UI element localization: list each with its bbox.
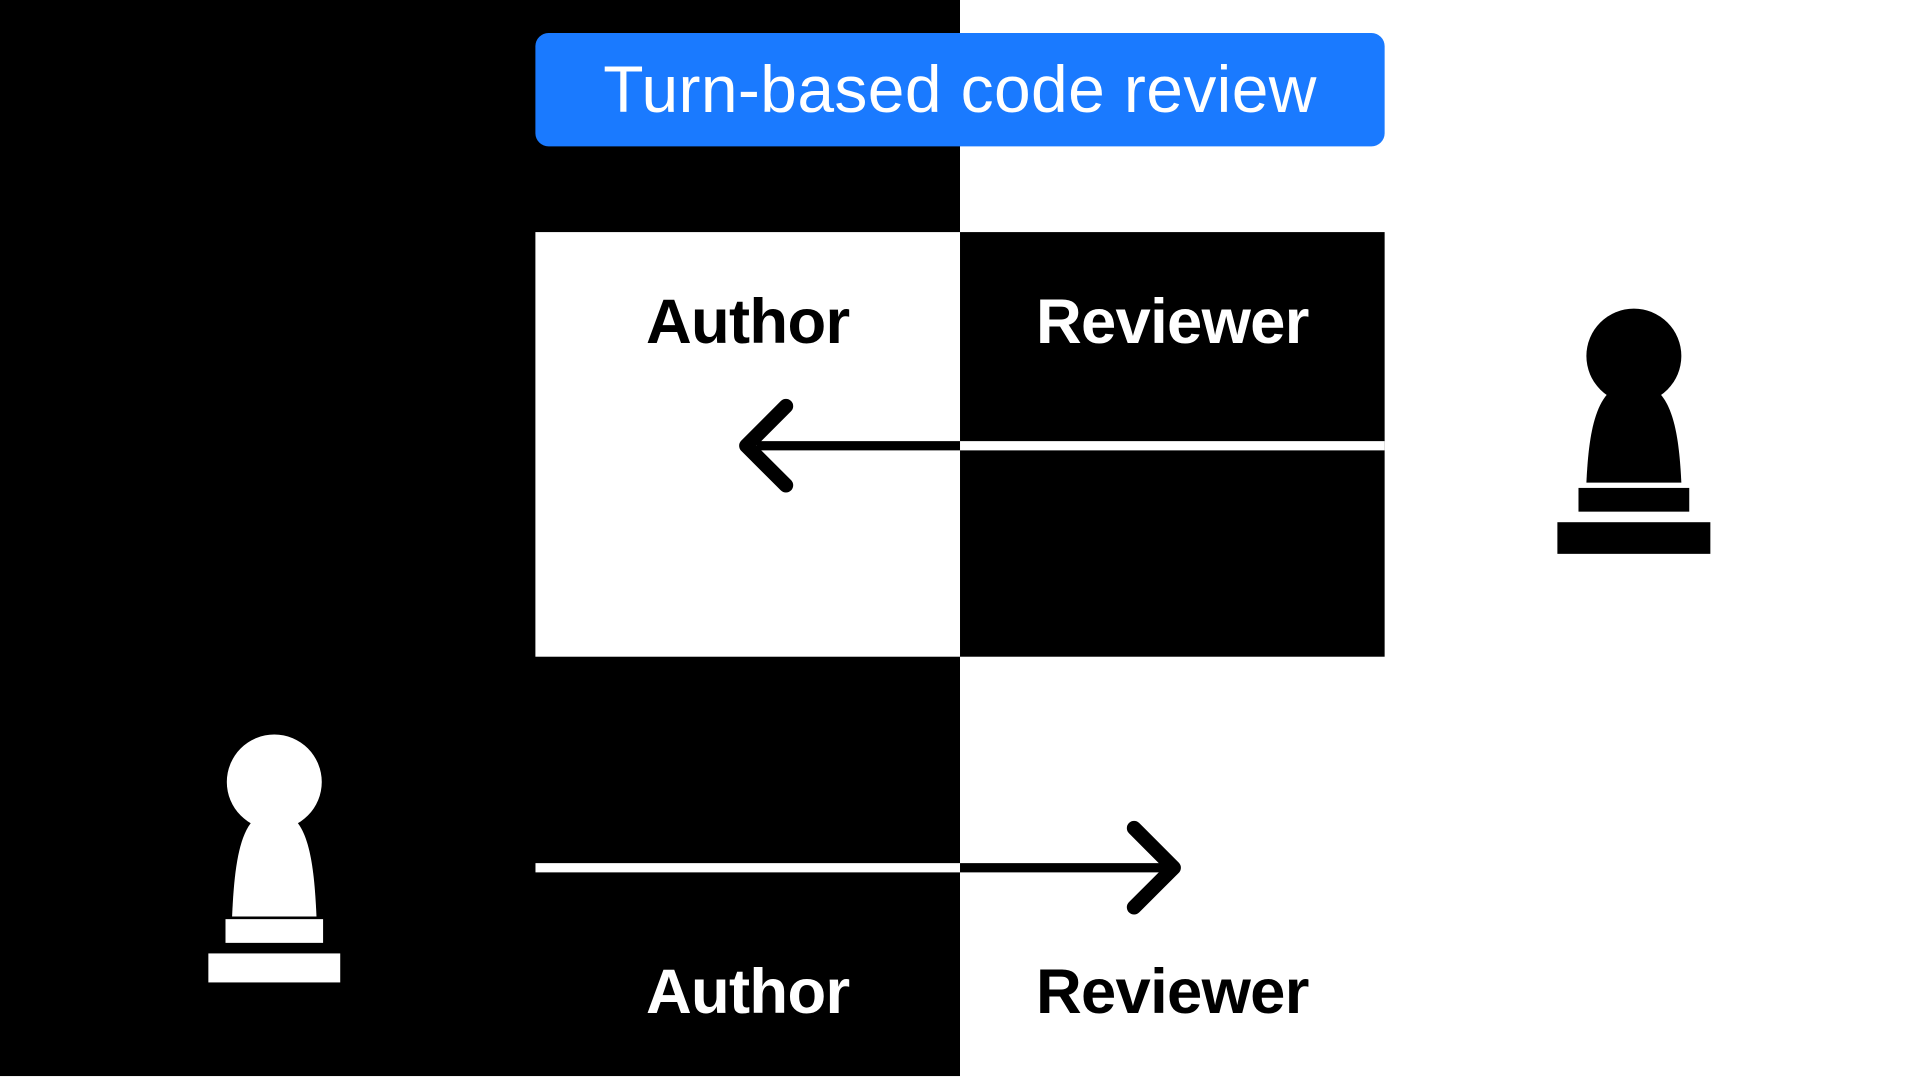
title-banner: Turn-based code review <box>535 33 1384 146</box>
pawn-black-icon <box>1544 306 1723 570</box>
author-label-top: Author <box>535 286 960 359</box>
diagram-canvas: Turn-based code review Author Reviewer <box>0 0 1920 1076</box>
reviewer-label-top: Reviewer <box>960 286 1385 359</box>
author-label-bottom: Author <box>535 956 960 1029</box>
arrow-reviewer-to-author-icon <box>733 396 1384 496</box>
pawn-white-icon <box>195 732 353 1009</box>
arrow-author-to-reviewer-icon <box>535 818 1186 918</box>
title-text: Turn-based code review <box>603 51 1317 127</box>
reviewer-label-bottom: Reviewer <box>960 956 1385 1029</box>
